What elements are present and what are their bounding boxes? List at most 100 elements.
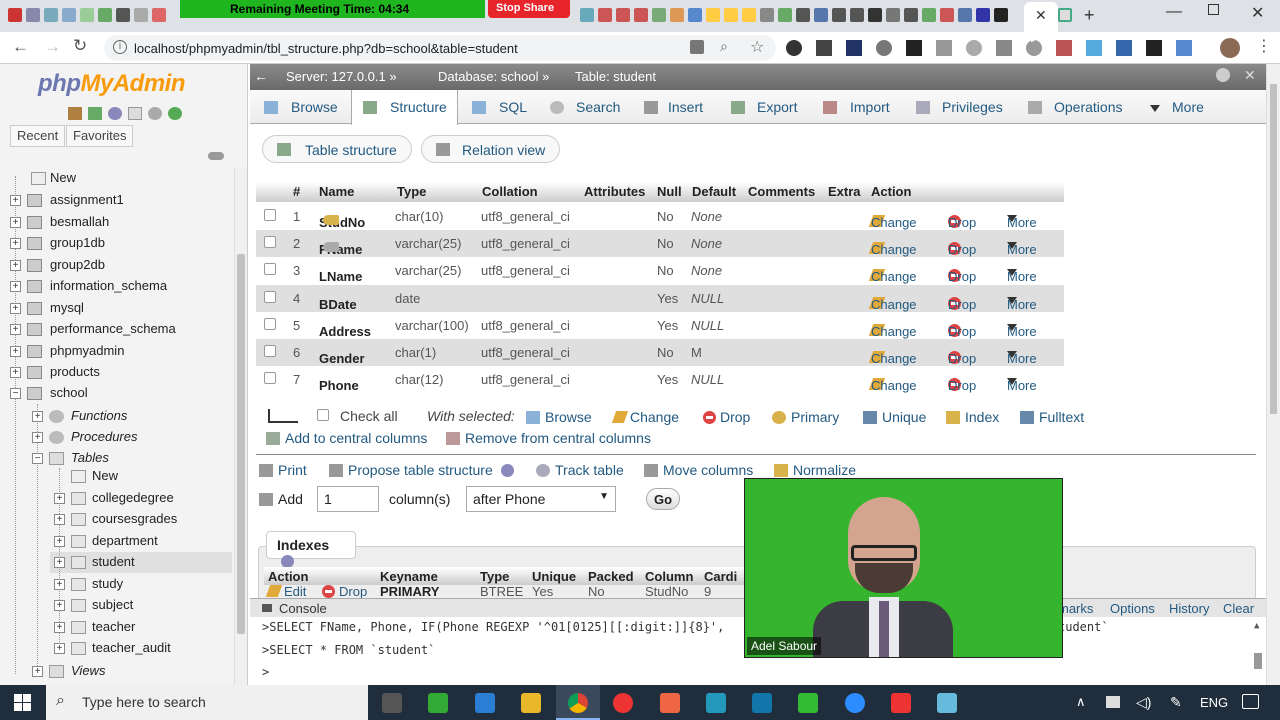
- extension-icon[interactable]: [1116, 40, 1132, 56]
- tab-favicon-icon[interactable]: [44, 8, 58, 22]
- expand-icon[interactable]: +: [54, 643, 65, 654]
- console-options-link[interactable]: Options: [1110, 601, 1155, 616]
- tab-search[interactable]: Search: [550, 90, 624, 124]
- tab-favicon-icon[interactable]: [886, 8, 900, 22]
- exit-icon[interactable]: [88, 107, 102, 120]
- tab-favicon-icon[interactable]: [796, 8, 810, 22]
- bookmark-star-icon[interactable]: ☆: [750, 37, 764, 57]
- tab-favicon-icon[interactable]: [8, 8, 22, 22]
- tab-favicon-icon[interactable]: [580, 8, 594, 22]
- console-scrollbar-thumb[interactable]: [1254, 653, 1262, 669]
- expand-icon[interactable]: +: [54, 493, 65, 504]
- tab-favicon-icon[interactable]: [152, 8, 166, 22]
- bulk-primary-button[interactable]: Primary: [772, 409, 839, 425]
- row-checkbox[interactable]: [264, 290, 276, 303]
- tab-favicon-icon[interactable]: [742, 8, 756, 22]
- forward-icon[interactable]: →: [44, 37, 61, 57]
- stop-share-button[interactable]: Stop Share: [488, 0, 570, 18]
- table-structure-button[interactable]: Table structure: [262, 135, 412, 163]
- tab-favicon-icon[interactable]: [80, 8, 94, 22]
- tab-favicon-icon[interactable]: [724, 8, 738, 22]
- app-icon[interactable]: [428, 693, 448, 713]
- normalize-button[interactable]: Normalize: [774, 462, 856, 478]
- tab-favicon-icon[interactable]: [868, 8, 882, 22]
- expand-icon[interactable]: +: [54, 579, 65, 590]
- extension-icon[interactable]: [1086, 40, 1102, 56]
- tab-favicon-icon[interactable]: [976, 8, 990, 22]
- expand-icon[interactable]: +: [54, 622, 65, 633]
- tab-favicon-icon[interactable]: [1058, 8, 1072, 22]
- bulk-drop-button[interactable]: Drop: [703, 409, 750, 425]
- row-checkbox[interactable]: [264, 209, 276, 221]
- tab-privileges[interactable]: Privileges: [916, 90, 1010, 124]
- expand-icon[interactable]: +: [54, 536, 65, 547]
- app-icon[interactable]: [706, 693, 726, 713]
- expand-icon[interactable]: +: [32, 432, 43, 443]
- col-header[interactable]: Comments: [748, 184, 815, 199]
- bulk-fulltext-button[interactable]: Fulltext: [1020, 409, 1084, 425]
- extension-icon[interactable]: [1146, 40, 1162, 56]
- table-row[interactable]: 3 LName varchar(25) utf8_general_ci No None Ch…: [256, 257, 1064, 285]
- file-explorer-icon[interactable]: [521, 693, 541, 713]
- expand-icon[interactable]: +: [10, 238, 21, 249]
- settings-gear-icon[interactable]: [1216, 68, 1230, 82]
- col-header[interactable]: Null: [657, 184, 682, 199]
- col-header[interactable]: Attributes: [584, 184, 645, 199]
- check-all-checkbox[interactable]: [317, 409, 329, 421]
- track-table-button[interactable]: Track table: [536, 462, 624, 478]
- expand-icon[interactable]: +: [32, 666, 43, 677]
- pen-icon[interactable]: ✎: [1170, 694, 1182, 711]
- breadcrumb-table[interactable]: Table: student: [575, 69, 656, 84]
- windows-start-icon[interactable]: [14, 694, 31, 711]
- expand-icon[interactable]: +: [10, 303, 21, 314]
- zoom-icon[interactable]: ⌕: [720, 38, 728, 55]
- bulk-browse-button[interactable]: Browse: [526, 409, 592, 425]
- new-tab-icon[interactable]: +: [1084, 5, 1095, 26]
- console-clear-link[interactable]: Clear: [1223, 601, 1254, 616]
- tab-favicon-icon[interactable]: [688, 8, 702, 22]
- table-row[interactable]: 6 Gender char(1) utf8_general_ci No M Change Dr…: [256, 339, 1064, 366]
- tab-favicon-icon[interactable]: [832, 8, 846, 22]
- tab-favicon-icon[interactable]: [598, 8, 612, 22]
- expand-icon[interactable]: +: [54, 600, 65, 611]
- tab-favicon-icon[interactable]: [706, 8, 720, 22]
- col-header[interactable]: Type: [397, 184, 426, 199]
- extension-icon[interactable]: [966, 40, 982, 56]
- move-columns-button[interactable]: Move columns: [644, 462, 753, 478]
- link-icon[interactable]: [208, 152, 224, 160]
- collapse-icon[interactable]: −: [10, 388, 21, 399]
- extension-icon[interactable]: [786, 40, 802, 56]
- tab-favicon-icon[interactable]: [116, 8, 130, 22]
- tab-favicon-icon[interactable]: [850, 8, 864, 22]
- row-checkbox[interactable]: [264, 345, 276, 357]
- extension-icon[interactable]: [906, 40, 922, 56]
- tab-favicon-icon[interactable]: [634, 8, 648, 22]
- tab-structure[interactable]: Structure: [351, 90, 458, 125]
- page-scrollbar[interactable]: [1266, 64, 1280, 685]
- table-row[interactable]: 4 BDate date Yes NULL Change Drop More: [256, 284, 1064, 312]
- expand-icon[interactable]: +: [10, 195, 21, 206]
- row-checkbox[interactable]: [264, 317, 276, 330]
- tab-favicon-icon[interactable]: [616, 8, 630, 22]
- console-history-link[interactable]: History: [1169, 601, 1209, 616]
- reload-nav-icon[interactable]: [168, 107, 182, 120]
- back-icon[interactable]: ←: [12, 37, 29, 57]
- propose-structure-button[interactable]: Propose table structure: [329, 462, 514, 478]
- tab-favicon-icon[interactable]: [994, 8, 1008, 22]
- reload-icon[interactable]: ↻: [73, 36, 87, 56]
- zoom-meeting-icon[interactable]: [845, 693, 865, 713]
- tab-favicon-icon[interactable]: [778, 8, 792, 22]
- page-scrollbar-thumb[interactable]: [1270, 84, 1277, 414]
- tab-favicon-icon[interactable]: [940, 8, 954, 22]
- recent-button[interactable]: Recent: [10, 125, 66, 147]
- bulk-unique-button[interactable]: Unique: [863, 409, 926, 425]
- minimize-icon[interactable]: —: [1166, 3, 1182, 21]
- expand-icon[interactable]: +: [10, 324, 21, 335]
- close-window-icon[interactable]: ✕: [1251, 3, 1264, 23]
- table-row[interactable]: 7 Phone char(12) utf8_general_ci Yes NULL Chan…: [256, 366, 1064, 394]
- chrome-icon[interactable]: [556, 685, 600, 720]
- expand-icon[interactable]: +: [10, 260, 21, 271]
- add-central-columns-button[interactable]: Add to central columns: [266, 430, 427, 446]
- tab-favicon-icon[interactable]: [760, 8, 774, 22]
- tab-import[interactable]: Import: [823, 90, 895, 124]
